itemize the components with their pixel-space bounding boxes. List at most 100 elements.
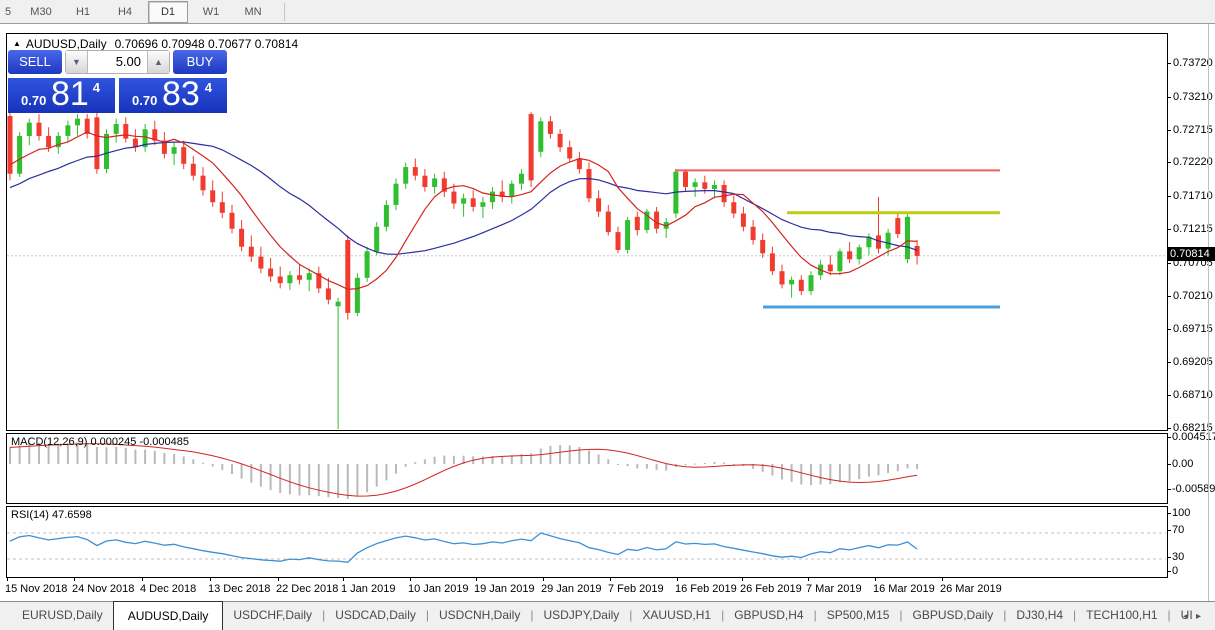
date-tick [742,578,743,581]
tab-eurusd-daily[interactable]: EURUSD,Daily [12,602,113,630]
axis-tick [1167,571,1171,572]
axis-tick [1167,437,1171,438]
date-tick [875,578,876,581]
axis-tick [1167,557,1171,558]
price-tick-label: 0.72715 [1173,124,1213,136]
date-tick [210,578,211,581]
date-tick [410,578,411,581]
axis-tick [1167,196,1171,197]
axis-tick [1167,263,1171,264]
sell-price-big: 81 [51,75,89,113]
tab-sp500-m15[interactable]: SP500,M15 [817,602,900,630]
date-label: 15 Nov 2018 [5,583,68,595]
rsi-tick-label: 100 [1172,507,1191,519]
price-tick-label: 0.73720 [1173,57,1213,69]
tab-scroll-right-icon[interactable]: ▸ [1196,611,1201,622]
timeframe-h1[interactable]: H1 [64,2,102,22]
axis-tick [1167,162,1171,163]
date-label: 22 Dec 2018 [276,583,339,595]
rsi-tick-label: 70 [1172,524,1185,536]
date-tick [7,578,8,581]
volume-increase-button[interactable]: ▲ [147,51,169,73]
price-tick-label: 0.71710 [1173,190,1213,202]
date-label: 29 Jan 2019 [541,583,602,595]
axis-tick [1167,530,1171,531]
date-tick [476,578,477,581]
price-tick-label: 0.69715 [1173,323,1213,335]
sell-quote[interactable]: 0.70 81 4 [8,75,115,113]
symbol-tab-bar: EURUSD,Daily AUDUSD,Daily USDCHF,Daily | USD… [0,601,1215,630]
buy-button[interactable]: BUY [173,50,227,74]
date-label: 4 Dec 2018 [140,583,197,595]
date-label: 16 Feb 2019 [675,583,737,595]
date-label: 16 Mar 2019 [873,583,935,595]
volume-stepper: ▼ 5.00 ▲ [65,50,170,74]
tab-usdcad-daily[interactable]: USDCAD,Daily [325,602,426,630]
triangle-up-icon: ▲ [154,57,163,67]
tab-gbpusd-daily[interactable]: GBPUSD,Daily [903,602,1004,630]
volume-input[interactable]: 5.00 [88,51,147,73]
date-label: 26 Mar 2019 [940,583,1002,595]
volume-decrease-button[interactable]: ▼ [66,51,88,73]
tab-audusd-daily[interactable]: AUDUSD,Daily [112,601,224,630]
axis-tick [1167,489,1171,490]
date-tick [677,578,678,581]
mt4-window: 5 M30 H1 H4 D1 W1 MN ▲ AUDUSD,Daily 0.70696 0.70… [0,0,1215,630]
price-tick-label: 0.69205 [1173,356,1213,368]
symbol-marker-icon: ▲ [13,39,21,48]
axis-tick [1167,130,1171,131]
date-tick [74,578,75,581]
price-tick-label: 0.72220 [1173,156,1213,168]
macd-tick-label: 0.00 [1172,458,1194,470]
axis-tick [1167,97,1171,98]
timeframe-h4[interactable]: H4 [106,2,144,22]
date-label: 7 Mar 2019 [806,583,862,595]
date-label: 13 Dec 2018 [208,583,271,595]
triangle-down-icon: ▼ [72,57,81,67]
tab-tech100-h1[interactable]: TECH100,H1 [1076,602,1167,630]
date-label: 10 Jan 2019 [408,583,469,595]
window-edge [1208,24,1209,601]
timeframe-toolbar: 5 M30 H1 H4 D1 W1 MN [0,0,1215,24]
timeframe-mn[interactable]: MN [234,2,272,22]
axis-tick [1167,464,1171,465]
axis-tick [1167,329,1171,330]
axis-tick [1167,395,1171,396]
tab-dj30-h4[interactable]: DJ30,H4 [1006,602,1073,630]
buy-price-big: 83 [162,75,200,113]
axis-tick [1167,63,1171,64]
tab-xauusd-h1[interactable]: XAUUSD,H1 [632,602,721,630]
rsi-panel[interactable] [6,506,1168,578]
tab-usdchf-daily[interactable]: USDCHF,Daily [223,602,322,630]
buy-price-prefix: 0.70 [132,93,158,108]
tab-usdjpy-daily[interactable]: USDJPY,Daily [533,602,629,630]
date-tick [343,578,344,581]
chart-ohlc: 0.70696 0.70948 0.70677 0.70814 [114,37,299,51]
toolbar-separator [284,2,285,21]
tab-usdcnh-daily[interactable]: USDCNH,Daily [429,602,530,630]
timeframe-w1[interactable]: W1 [192,2,230,22]
timeframe-d1[interactable]: D1 [148,0,188,23]
date-tick [543,578,544,581]
price-tick-label: 0.71215 [1173,223,1213,235]
date-label: 7 Feb 2019 [608,583,664,595]
tab-scroll-left-icon[interactable]: ◂ [1183,611,1188,622]
one-click-trading-panel: SELL ▼ 5.00 ▲ BUY 0.70 81 4 0.70 83 4 [8,50,227,113]
date-tick [808,578,809,581]
timeframe-5[interactable]: 5 [0,2,18,22]
rsi-tick-label: 0 [1172,565,1179,577]
buy-quote[interactable]: 0.70 83 4 [119,75,227,113]
macd-label: MACD(12,26,9) 0.000245 -0.000485 [11,436,189,448]
sell-button[interactable]: SELL [8,50,62,74]
date-tick [278,578,279,581]
axis-tick [1167,362,1171,363]
date-tick [142,578,143,581]
tab-gbpusd-h4[interactable]: GBPUSD,H4 [724,602,813,630]
date-tick [942,578,943,581]
price-tick-label: 0.73210 [1173,91,1213,103]
current-price-badge: 0.70814 [1167,247,1215,261]
timeframe-m30[interactable]: M30 [22,2,60,22]
price-tick-label: 0.70210 [1173,290,1213,302]
axis-tick [1167,296,1171,297]
chart-header: ▲ AUDUSD,Daily 0.70696 0.70948 0.70677 0.7… [13,37,298,51]
